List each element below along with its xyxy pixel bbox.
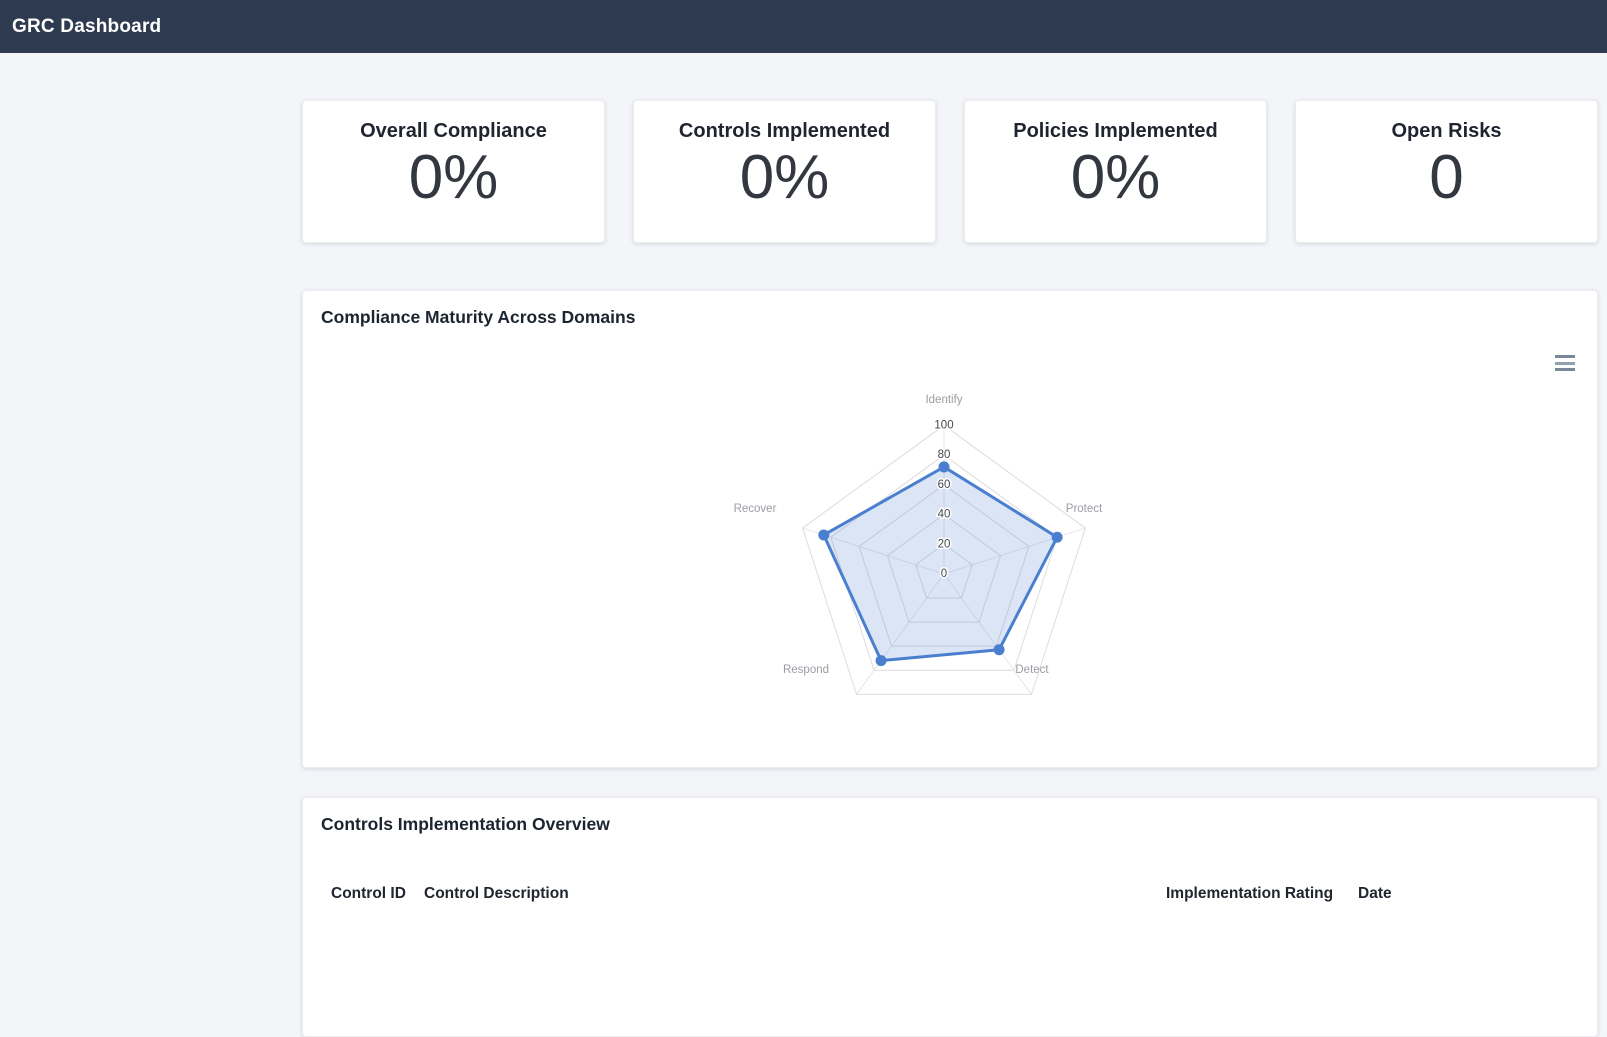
controls-table: Control ID Control Description Implement… [319, 873, 1581, 913]
radar-tick-label: 20 [938, 538, 951, 550]
radar-axis-label: Identify [925, 394, 962, 406]
metric-value: 0% [634, 145, 935, 210]
column-header-control-id: Control ID [319, 873, 412, 913]
metric-card-overall-compliance: Overall Compliance 0% [302, 100, 605, 243]
table-card-title: Controls Implementation Overview [321, 814, 610, 835]
radar-axis-label: Detect [1015, 664, 1049, 676]
radar-data-point[interactable] [939, 461, 950, 472]
controls-overview-card: Controls Implementation Overview Control… [302, 797, 1598, 1037]
controls-table-header-row: Control ID Control Description Implement… [319, 873, 1581, 913]
metric-label: Policies Implemented [965, 120, 1266, 143]
column-header-date: Date [1346, 873, 1581, 913]
radar-series-polygon [824, 467, 1057, 661]
radar-axis-label: Recover [734, 503, 777, 515]
radar-tick-label: 80 [938, 449, 951, 461]
metric-value: 0% [303, 145, 604, 210]
app-header: GRC Dashboard [0, 0, 1607, 53]
radar-axis-label: Respond [783, 664, 829, 676]
metric-card-policies-implemented: Policies Implemented 0% [964, 100, 1267, 243]
metric-label: Open Risks [1296, 120, 1597, 143]
column-header-rating: Implementation Rating [1154, 873, 1346, 913]
app-title: GRC Dashboard [12, 16, 161, 38]
column-header-description: Control Description [412, 873, 1154, 913]
hamburger-bar [1555, 355, 1575, 358]
metric-label: Controls Implemented [634, 120, 935, 143]
radar-tick-label: 60 [938, 479, 951, 491]
metric-cards-row: Overall Compliance 0% Controls Implement… [302, 100, 1598, 243]
radar-data-point[interactable] [1052, 532, 1063, 543]
hamburger-bar [1555, 362, 1575, 365]
radar-data-point[interactable] [876, 655, 887, 666]
metric-value: 0% [965, 145, 1266, 210]
radar-tick-label: 0 [941, 568, 947, 580]
radar-tick-label: 100 [934, 419, 953, 431]
hamburger-bar [1555, 368, 1575, 371]
metric-card-open-risks: Open Risks 0 [1295, 100, 1598, 243]
metric-card-controls-implemented: Controls Implemented 0% [633, 100, 936, 243]
radar-axis-label: Protect [1066, 503, 1103, 515]
radar-tick-label: 40 [938, 509, 951, 521]
radar-chart: 0 20 40 60 80 100 Identify Protect Detect Respond… [684, 384, 1204, 764]
chart-card-title: Compliance Maturity Across Domains [321, 307, 635, 328]
radar-data-point[interactable] [994, 644, 1005, 655]
hamburger-icon[interactable] [1555, 355, 1575, 371]
metric-value: 0 [1296, 145, 1597, 210]
radar-data-point[interactable] [818, 529, 829, 540]
compliance-maturity-card: Compliance Maturity Across Domains 0 20 40… [302, 290, 1598, 768]
metric-label: Overall Compliance [303, 120, 604, 143]
